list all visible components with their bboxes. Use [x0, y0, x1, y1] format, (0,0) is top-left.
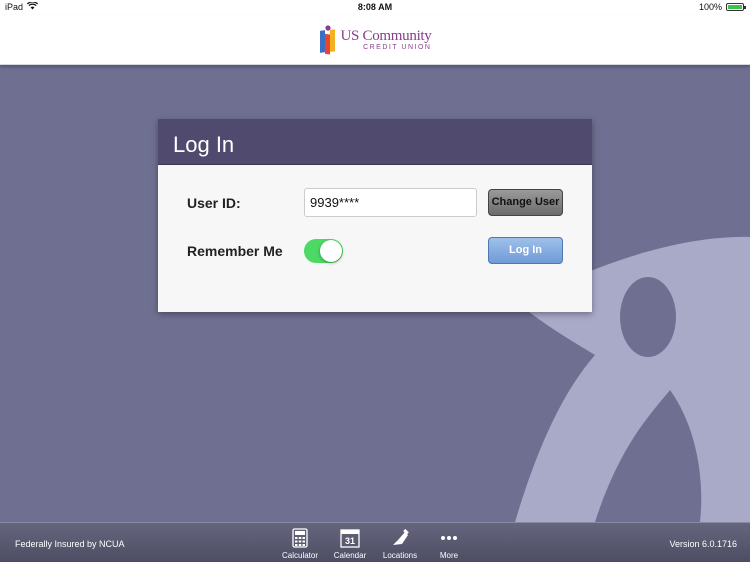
logo-line2: CREDIT UNION	[363, 43, 432, 51]
tab-more[interactable]: More	[424, 527, 474, 560]
tab-calculator[interactable]: Calculator	[275, 527, 325, 560]
user-id-field[interactable]: 9939****	[304, 188, 477, 217]
tab-label: Calendar	[333, 551, 367, 560]
remember-me-label: Remember Me	[187, 243, 283, 259]
calendar-icon: 31	[325, 527, 375, 549]
tab-locations[interactable]: Locations	[375, 527, 425, 560]
tab-calendar[interactable]: 31 Calendar	[325, 527, 375, 560]
remember-me-toggle[interactable]	[304, 239, 343, 263]
login-title: Log In	[158, 119, 592, 165]
toggle-knob	[320, 240, 342, 262]
locations-icon	[375, 527, 425, 549]
status-time: 8:08 AM	[357, 2, 393, 12]
change-user-button[interactable]: Change User	[488, 189, 563, 216]
status-right: 100%	[698, 2, 746, 12]
tab-label: Locations	[382, 551, 418, 560]
ncua-notice: Federally Insured by NCUA	[15, 539, 125, 549]
logo-mark-icon	[319, 24, 335, 55]
logo-line1: US Community	[340, 27, 432, 44]
tab-label: More	[439, 551, 459, 560]
battery-percent: 100%	[698, 2, 722, 12]
status-bar: iPad 8:08 AM 100%	[0, 0, 750, 15]
logo-text: US Community CREDIT UNION	[340, 27, 432, 51]
login-button[interactable]: Log In	[488, 237, 563, 264]
login-card: Log In User ID: 9939**** Change User Rem…	[158, 119, 592, 312]
user-id-label: User ID:	[187, 195, 241, 211]
app-header: US Community CREDIT UNION	[0, 15, 750, 65]
calculator-icon	[275, 527, 325, 549]
app-version: Version 6.0.1716	[669, 539, 737, 549]
footer-bar: Federally Insured by NCUA Calculator 31 …	[0, 522, 750, 562]
logo: US Community CREDIT UNION	[319, 24, 432, 55]
more-icon	[424, 527, 474, 549]
tab-label: Calculator	[281, 551, 318, 560]
battery-icon	[726, 3, 746, 11]
calendar-day: 31	[345, 536, 355, 546]
